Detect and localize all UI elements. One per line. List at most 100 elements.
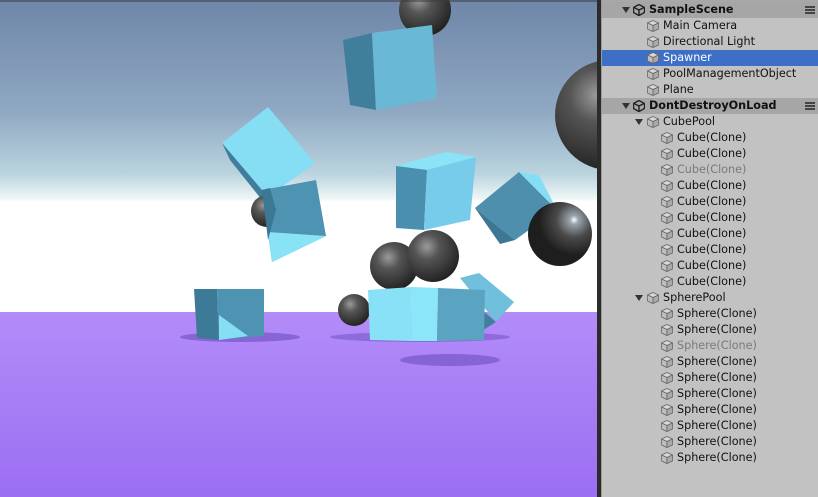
hierarchy-item[interactable]: Cube(Clone) [602, 194, 818, 210]
scene-render [0, 0, 597, 497]
hierarchy-item-label: Sphere(Clone) [677, 307, 757, 320]
scene-header[interactable]: SampleScene [602, 2, 818, 18]
cube-object [194, 289, 264, 340]
hierarchy-item[interactable]: Cube(Clone) [602, 274, 818, 290]
gameobject-icon [660, 356, 674, 369]
hierarchy-item-label: Cube(Clone) [677, 243, 747, 256]
hierarchy-tree: SampleScene Main Camera Directional Light S… [602, 2, 818, 466]
cube-object [343, 25, 437, 110]
expand-arrow-icon[interactable] [622, 7, 630, 13]
hierarchy-item[interactable]: Cube(Clone) [602, 146, 818, 162]
hierarchy-item[interactable]: Cube(Clone) [602, 226, 818, 242]
hierarchy-item[interactable]: Sphere(Clone) [602, 306, 818, 322]
sphere-object [338, 294, 370, 326]
hierarchy-item-label: Cube(Clone) [677, 275, 747, 288]
hierarchy-group-label: SpherePool [663, 291, 726, 304]
hierarchy-item-label: Cube(Clone) [677, 179, 747, 192]
hierarchy-item[interactable]: Sphere(Clone) [602, 338, 818, 354]
hierarchy-item[interactable]: Sphere(Clone) [602, 322, 818, 338]
hierarchy-item[interactable]: Plane [602, 82, 818, 98]
cube-object [396, 152, 476, 230]
gameobject-icon [646, 116, 660, 129]
hierarchy-item[interactable]: Cube(Clone) [602, 178, 818, 194]
gameobject-icon [660, 180, 674, 193]
expand-arrow-icon[interactable] [635, 119, 643, 125]
hierarchy-item-label: Cube(Clone) [677, 259, 747, 272]
hierarchy-item[interactable]: Cube(Clone) [602, 162, 818, 178]
scene-menu-icon[interactable] [805, 102, 815, 110]
hierarchy-item[interactable]: Cube(Clone) [602, 210, 818, 226]
cube-object [368, 287, 485, 341]
gameobject-icon [660, 164, 674, 177]
gameobject-icon [660, 260, 674, 273]
gameobject-icon [660, 324, 674, 337]
hierarchy-item[interactable]: Spawner [602, 50, 818, 66]
hierarchy-item[interactable]: Main Camera [602, 18, 818, 34]
hierarchy-item-label: Sphere(Clone) [677, 451, 757, 464]
scene-name: SampleScene [649, 3, 734, 16]
hierarchy-item[interactable]: Sphere(Clone) [602, 402, 818, 418]
scene-menu-icon[interactable] [805, 6, 815, 14]
gameobject-icon [660, 132, 674, 145]
gameobject-icon [646, 36, 660, 49]
hierarchy-panel: SampleScene Main Camera Directional Light S… [601, 0, 818, 497]
hierarchy-item[interactable]: Cube(Clone) [602, 130, 818, 146]
hierarchy-item-label: Spawner [663, 51, 712, 64]
hierarchy-group-label: CubePool [663, 115, 716, 128]
gameobject-icon [660, 340, 674, 353]
hierarchy-item-label: PoolManagementObject [663, 67, 797, 80]
gameobject-icon [646, 68, 660, 81]
hierarchy-item-label: Sphere(Clone) [677, 403, 757, 416]
hierarchy-item-label: Cube(Clone) [677, 131, 747, 144]
gameobject-icon [660, 420, 674, 433]
hierarchy-item-label: Sphere(Clone) [677, 371, 757, 384]
gameobject-icon [660, 212, 674, 225]
scene-view[interactable] [0, 0, 597, 497]
gameobject-icon [646, 52, 660, 65]
hierarchy-item[interactable]: Sphere(Clone) [602, 418, 818, 434]
hierarchy-item-label: Sphere(Clone) [677, 387, 757, 400]
hierarchy-item-label: Plane [663, 83, 694, 96]
hierarchy-item-label: Cube(Clone) [677, 163, 747, 176]
hierarchy-item[interactable]: Cube(Clone) [602, 258, 818, 274]
hierarchy-group[interactable]: CubePool [602, 114, 818, 130]
unity-scene-icon [632, 99, 646, 113]
hierarchy-item-label: Sphere(Clone) [677, 435, 757, 448]
hierarchy-item[interactable]: Sphere(Clone) [602, 354, 818, 370]
gameobject-icon [660, 308, 674, 321]
expand-arrow-icon[interactable] [635, 295, 643, 301]
hierarchy-item[interactable]: Cube(Clone) [602, 242, 818, 258]
hierarchy-item[interactable]: PoolManagementObject [602, 66, 818, 82]
gameobject-icon [660, 452, 674, 465]
hierarchy-item-label: Sphere(Clone) [677, 355, 757, 368]
hierarchy-item-label: Cube(Clone) [677, 211, 747, 224]
gameobject-icon [660, 436, 674, 449]
hierarchy-item[interactable]: Sphere(Clone) [602, 386, 818, 402]
sphere-object [528, 202, 592, 266]
sphere-object [407, 230, 459, 282]
gameobject-icon [660, 404, 674, 417]
floor-plane [0, 312, 597, 497]
gameobject-icon [646, 84, 660, 97]
hierarchy-item[interactable]: Directional Light [602, 34, 818, 50]
hierarchy-item[interactable]: Sphere(Clone) [602, 434, 818, 450]
scene-name: DontDestroyOnLoad [649, 99, 777, 112]
hierarchy-item[interactable]: Sphere(Clone) [602, 450, 818, 466]
hierarchy-item-label: Sphere(Clone) [677, 323, 757, 336]
gameobject-icon [660, 276, 674, 289]
gameobject-icon [660, 148, 674, 161]
gameobject-icon [660, 228, 674, 241]
hierarchy-group[interactable]: SpherePool [602, 290, 818, 306]
gameobject-icon [660, 372, 674, 385]
scene-header[interactable]: DontDestroyOnLoad [602, 98, 818, 114]
gameobject-icon [646, 20, 660, 33]
hierarchy-item-label: Cube(Clone) [677, 147, 747, 160]
hierarchy-item[interactable]: Sphere(Clone) [602, 370, 818, 386]
expand-arrow-icon[interactable] [622, 103, 630, 109]
hierarchy-item-label: Sphere(Clone) [677, 339, 757, 352]
gameobject-icon [660, 388, 674, 401]
hierarchy-item-label: Sphere(Clone) [677, 419, 757, 432]
hierarchy-item-label: Cube(Clone) [677, 195, 747, 208]
hierarchy-item-label: Directional Light [663, 35, 755, 48]
hierarchy-item-label: Main Camera [663, 19, 738, 32]
